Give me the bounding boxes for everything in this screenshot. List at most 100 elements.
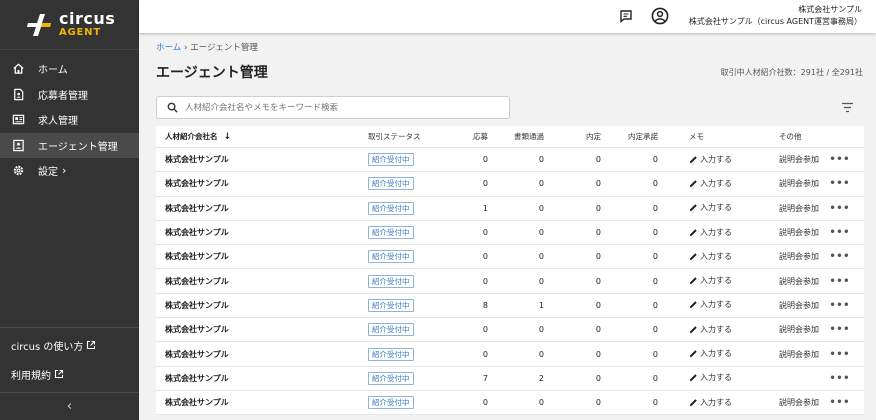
collapse-sidebar-button[interactable]: ‹ (0, 392, 139, 420)
table-row[interactable]: 株式会社サンプル 紹介受付中 7 2 0 0 入力する ••• (156, 367, 864, 391)
more-options-icon[interactable]: ••• (829, 397, 850, 408)
memo-input-button[interactable]: 入力する (689, 324, 732, 335)
accept-count: 0 (652, 398, 658, 408)
memo-input-button[interactable]: 入力する (689, 299, 732, 310)
agency-name[interactable]: 株式会社サンプル (156, 324, 368, 335)
memo-cell: 入力する (658, 202, 748, 214)
memo-input-button[interactable]: 入力する (689, 348, 732, 359)
pencil-icon (689, 325, 697, 333)
docs-count: 0 (538, 349, 544, 359)
status-badge: 紹介受付中 (368, 371, 414, 385)
sidebar-item-label: 応募者管理 (38, 90, 88, 102)
sidebar-item-applicants[interactable]: 応募者管理 (0, 82, 139, 108)
table-row[interactable]: 株式会社サンプル 紹介受付中 0 0 0 0 入力する 説明会参加 ••• (156, 245, 864, 270)
more-options-icon[interactable]: ••• (829, 349, 850, 360)
memo-input-button[interactable]: 入力する (689, 154, 732, 165)
table-row[interactable]: 株式会社サンプル 紹介受付中 0 0 0 0 入力する 説明会参加 ••• (156, 391, 864, 416)
brand-logo[interactable]: circus AGENT (0, 0, 139, 50)
search-input[interactable] (185, 102, 485, 113)
account-info[interactable]: 株式会社サンプル 株式会社サンプル（circus AGENT運営事務局） (689, 4, 862, 28)
memo-input-button[interactable]: 入力する (689, 178, 732, 189)
seminar-tag: 説明会参加 (779, 252, 819, 262)
agency-name[interactable]: 株式会社サンプル (156, 203, 368, 214)
status-badge: 紹介受付中 (368, 347, 414, 361)
accept-count: 0 (652, 325, 658, 335)
job-icon (11, 113, 25, 127)
seminar-tag: 説明会参加 (779, 179, 819, 189)
agency-name[interactable]: 株式会社サンプル (156, 178, 368, 189)
apply-count: 8 (482, 300, 488, 310)
table-row[interactable]: 株式会社サンプル 紹介受付中 0 0 0 0 入力する 説明会参加 ••• (156, 172, 864, 197)
sidebar-item-settings[interactable]: 設定 › (0, 158, 139, 184)
more-options-icon[interactable]: ••• (829, 227, 850, 238)
search-box[interactable] (156, 96, 510, 119)
help-link[interactable]: circus の使い方 (0, 333, 139, 357)
memo-input-button[interactable]: 入力する (689, 227, 732, 238)
agency-name[interactable]: 株式会社サンプル (156, 349, 368, 360)
agency-name[interactable]: 株式会社サンプル (156, 154, 368, 165)
gear-icon (11, 164, 25, 178)
memo-cell: 入力する (658, 275, 748, 287)
status-cell: 紹介受付中 (368, 323, 458, 337)
filter-icon[interactable] (841, 102, 854, 113)
sidebar-item-agents[interactable]: エージェント管理 (0, 132, 139, 158)
memo-input-button[interactable]: 入力する (689, 397, 732, 408)
agency-name[interactable]: 株式会社サンプル (156, 373, 368, 384)
other-cell: 説明会参加 (748, 324, 828, 335)
terms-link[interactable]: 利用規約 (0, 362, 139, 386)
other-cell: 説明会参加 (748, 178, 828, 189)
pencil-icon (689, 301, 697, 309)
table-row[interactable]: 株式会社サンプル 紹介受付中 0 0 0 0 入力する 説明会参加 ••• (156, 269, 864, 294)
agency-name[interactable]: 株式会社サンプル (156, 227, 368, 238)
sidebar-item-label: エージェント管理 (38, 141, 118, 153)
table-row[interactable]: 株式会社サンプル 紹介受付中 0 0 0 0 入力する 説明会参加 ••• (156, 148, 864, 173)
other-cell: 説明会参加 (748, 300, 828, 311)
sidebar-item-label: ホーム (38, 65, 68, 77)
apply-count: 0 (482, 155, 488, 165)
main-content: ホーム › エージェント管理 エージェント管理 取引中人材紹介社数：291社 /… (139, 33, 876, 420)
status-badge: 紹介受付中 (368, 298, 414, 312)
more-options-icon[interactable]: ••• (829, 373, 850, 384)
offer-count: 0 (595, 203, 601, 213)
agency-name[interactable]: 株式会社サンプル (156, 397, 368, 408)
circus-logo-icon (24, 12, 54, 38)
more-options-icon[interactable]: ••• (829, 324, 850, 335)
docs-count: 0 (538, 203, 544, 213)
other-cell: 説明会参加 (748, 397, 828, 408)
more-options-icon[interactable]: ••• (829, 178, 850, 189)
sidebar-item-jobs[interactable]: 求人管理 (0, 107, 139, 133)
account-icon[interactable] (651, 7, 669, 25)
agency-name[interactable]: 株式会社サンプル (156, 300, 368, 311)
memo-input-button[interactable]: 入力する (689, 372, 732, 383)
accept-count: 0 (652, 373, 658, 383)
memo-input-button[interactable]: 入力する (689, 251, 732, 262)
table-row[interactable]: 株式会社サンプル 紹介受付中 0 0 0 0 入力する 説明会参加 ••• (156, 318, 864, 343)
message-icon[interactable] (619, 9, 633, 23)
table-row[interactable]: 株式会社サンプル 紹介受付中 0 0 0 0 入力する 説明会参加 ••• (156, 221, 864, 246)
table-row[interactable]: 株式会社サンプル 紹介受付中 0 0 0 0 入力する 説明会参加 ••• (156, 342, 864, 367)
seminar-tag: 説明会参加 (779, 203, 819, 213)
agency-name[interactable]: 株式会社サンプル (156, 251, 368, 262)
sort-arrow-icon[interactable]: ↓ (224, 132, 232, 142)
col-name-header[interactable]: 人材紹介会社名 ↓ (156, 131, 368, 142)
sidebar-item-home[interactable]: ホーム (0, 56, 139, 82)
memo-input-button[interactable]: 入力する (689, 275, 732, 286)
more-options-icon[interactable]: ••• (829, 203, 850, 214)
table-row[interactable]: 株式会社サンプル 紹介受付中 8 1 0 0 入力する 説明会参加 ••• (156, 294, 864, 319)
sidebar-nav: ホーム 応募者管理 求人管理 エージェント管理 設定 › (0, 56, 139, 184)
accept-count: 0 (652, 155, 658, 165)
apply-count: 0 (482, 398, 488, 408)
table-row[interactable]: 株式会社サンプル 紹介受付中 1 0 0 0 入力する 説明会参加 ••• (156, 197, 864, 221)
more-options-icon[interactable]: ••• (829, 251, 850, 262)
memo-input-button[interactable]: 入力する (689, 202, 732, 213)
more-options-icon[interactable]: ••• (829, 300, 850, 311)
accept-count: 0 (652, 276, 658, 286)
offer-count: 0 (595, 228, 601, 238)
offer-count: 0 (595, 398, 601, 408)
memo-cell: 入力する (658, 154, 748, 166)
more-options-icon[interactable]: ••• (829, 276, 850, 287)
other-cell: 説明会参加 (748, 154, 828, 165)
more-options-icon[interactable]: ••• (829, 154, 850, 165)
agency-name[interactable]: 株式会社サンプル (156, 276, 368, 287)
breadcrumb-home-link[interactable]: ホーム (156, 43, 181, 53)
